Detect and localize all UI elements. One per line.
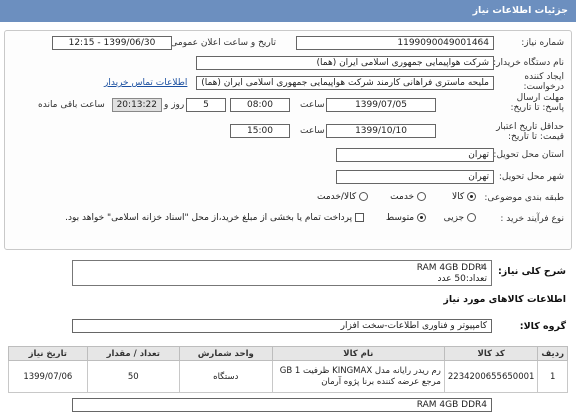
category-option-label: خدمت bbox=[390, 192, 415, 202]
buyer-contact-link[interactable]: اطلاعات تماس خریدار bbox=[104, 78, 187, 88]
summary-line: تعداد:50 عدد bbox=[437, 274, 487, 284]
need-number-field: 1199090049001464 bbox=[296, 36, 494, 50]
process-type-label: نوع فرآیند خرید : bbox=[500, 214, 564, 224]
category-option-service[interactable]: خدمت bbox=[390, 192, 426, 202]
category-option-goods-service[interactable]: کالا/خدمت bbox=[317, 192, 368, 202]
column-header: ردیف bbox=[537, 346, 568, 361]
buyer-org-label: نام دستگاه خریدار: bbox=[493, 58, 564, 68]
radio-icon[interactable] bbox=[359, 192, 368, 201]
row-number-cell: 1 bbox=[537, 360, 568, 393]
goods-section-title: اطلاعات کالاهای مورد نیاز bbox=[443, 294, 566, 305]
summary-label: شرح کلی نیاز: bbox=[497, 266, 566, 277]
goods-code-cell: 2234200655650001 bbox=[443, 360, 539, 393]
radio-icon[interactable] bbox=[417, 192, 426, 201]
resize-handle-icon[interactable]: ⇕ bbox=[479, 263, 485, 271]
process-option-minor[interactable]: جزیی bbox=[444, 213, 476, 223]
table-header-row: ردیف کد کالا نام کالا واحد شمارش تعداد /… bbox=[8, 346, 568, 361]
process-option-medium[interactable]: متوسط bbox=[386, 213, 426, 223]
price-validity-time: 15:00 bbox=[230, 124, 290, 138]
delivery-province-label: استان محل تحویل: bbox=[493, 150, 564, 160]
category-option-goods[interactable]: کالا bbox=[452, 192, 476, 202]
goods-table: ردیف کد کالا نام کالا واحد شمارش تعداد /… bbox=[8, 346, 568, 393]
treasury-payment-label: پرداخت تمام یا بخشی از مبلغ خرید،از محل … bbox=[65, 213, 353, 223]
column-header: کد کالا bbox=[443, 346, 539, 361]
price-validity-time-label: ساعت bbox=[300, 126, 325, 136]
item-description-field: RAM 4GB DDR4 bbox=[72, 398, 492, 412]
page-header: جزئیات اطلاعات نیاز bbox=[0, 0, 576, 22]
process-option-label: متوسط bbox=[385, 213, 415, 223]
checkbox-icon[interactable] bbox=[355, 213, 364, 222]
category-label: طبقه بندی موضوعی: bbox=[484, 193, 564, 203]
delivery-province-field: تهران bbox=[336, 148, 494, 162]
radio-selected-icon[interactable] bbox=[467, 192, 476, 201]
radio-selected-icon[interactable] bbox=[417, 213, 426, 222]
column-header: تعداد / مقدار bbox=[86, 346, 180, 361]
category-option-label: کالا/خدمت bbox=[316, 192, 357, 202]
delivery-city-field: تهران bbox=[336, 170, 494, 184]
treasury-payment-option[interactable]: پرداخت تمام یا بخشی از مبلغ خرید،از محل … bbox=[65, 213, 364, 223]
process-option-label: جزیی bbox=[443, 213, 465, 223]
need-number-label: شماره نیاز: bbox=[521, 38, 564, 48]
summary-line: RAM 4GB DDR4 bbox=[416, 263, 487, 273]
category-option-label: کالا bbox=[451, 192, 465, 202]
goods-group-label: گروه کالا: bbox=[519, 321, 566, 332]
goods-name-cell: رم ریدر رایانه مدل KINGMAX ظرفیت 1 GB مر… bbox=[271, 360, 445, 393]
price-validity-date: 1399/10/10 bbox=[326, 124, 436, 138]
reply-deadline-time: 08:00 bbox=[230, 98, 290, 112]
reply-time-label: ساعت bbox=[300, 100, 325, 110]
remaining-label: ساعت باقی مانده bbox=[38, 100, 105, 110]
table-row[interactable]: 1 2234200655650001 رم ریدر رایانه مدل KI… bbox=[8, 360, 568, 393]
announce-datetime-label: تاریخ و ساعت اعلان عمومی: bbox=[167, 38, 276, 48]
creator-label: ایجاد کننده درخواست: bbox=[523, 72, 564, 92]
radio-icon[interactable] bbox=[467, 213, 476, 222]
delivery-city-label: شهر محل تحویل: bbox=[498, 172, 564, 182]
remaining-days: 5 bbox=[186, 98, 226, 112]
goods-group-field: کامپیوتر و فناوری اطلاعات-سخت افزار bbox=[72, 319, 492, 333]
unit-cell: دستگاه bbox=[178, 360, 273, 393]
need-date-cell: 1399/07/06 bbox=[8, 360, 88, 393]
reply-deadline-label: مهلت ارسال پاسخ: تا تاریخ: bbox=[510, 93, 564, 113]
remaining-time: 20:13:22 bbox=[112, 98, 162, 112]
announce-datetime-field: 1399/06/30 - 12:15 bbox=[52, 36, 172, 50]
reply-deadline-date: 1399/07/05 bbox=[326, 98, 436, 112]
buyer-org-field: شرکت هواپیمایی جمهوری اسلامی ایران (هما) bbox=[196, 56, 494, 70]
days-label: روز و bbox=[164, 100, 185, 110]
column-header: واحد شمارش bbox=[178, 346, 273, 361]
column-header: تاریخ نیاز bbox=[8, 346, 88, 361]
price-validity-label: حداقل تاریخ اعتبار قیمت: تا تاریخ: bbox=[496, 122, 564, 142]
creator-field: ملیحه ماستری فراهانی کارمند شرکت هواپیما… bbox=[196, 76, 494, 90]
page-title: جزئیات اطلاعات نیاز bbox=[472, 5, 568, 16]
column-header: نام کالا bbox=[271, 346, 445, 361]
quantity-cell: 50 bbox=[86, 360, 180, 393]
summary-textarea: RAM 4GB DDR4 تعداد:50 عدد bbox=[72, 260, 492, 286]
